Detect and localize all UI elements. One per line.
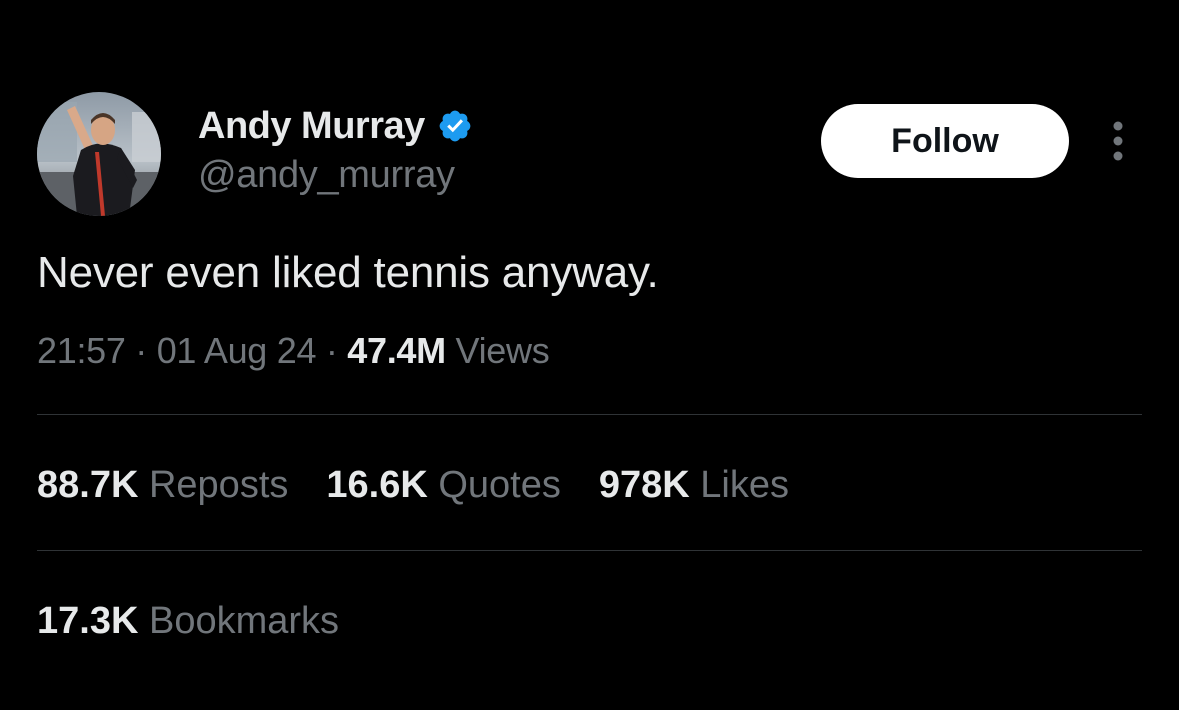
tweet-meta: 21:57 · 01 Aug 24 · 47.4M Views	[37, 330, 550, 372]
tweet-date[interactable]: 01 Aug 24	[157, 330, 317, 371]
reposts-label: Reposts	[148, 464, 289, 506]
author-handle[interactable]: @andy_murray	[198, 154, 455, 197]
quotes-stat[interactable]: 16.6K Quotes	[326, 464, 561, 507]
author-display-name[interactable]: Andy Murray	[198, 105, 425, 148]
follow-button[interactable]: Follow	[821, 104, 1069, 178]
author-name-row: Andy Murray	[198, 104, 473, 148]
avatar-photo-icon	[37, 92, 161, 216]
tweet-detail: Andy Murray @andy_murray Follow Never ev…	[0, 0, 1179, 710]
bookmarks-count: 17.3K	[37, 600, 139, 642]
tweet-text: Never even liked tennis anyway.	[37, 248, 659, 297]
more-vertical-icon[interactable]	[1104, 118, 1132, 164]
divider	[37, 414, 1142, 415]
quotes-count: 16.6K	[326, 464, 428, 506]
views-label: Views	[455, 330, 550, 371]
bookmarks-stat[interactable]: 17.3K Bookmarks	[37, 600, 339, 643]
views-count: 47.4M	[347, 330, 446, 371]
likes-label: Likes	[700, 464, 789, 506]
meta-separator: ·	[325, 330, 338, 371]
meta-separator: ·	[135, 330, 147, 371]
engagement-stats: 88.7K Reposts 16.6K Quotes 978K Likes	[37, 464, 789, 507]
quotes-label: Quotes	[438, 464, 561, 506]
bookmarks-label: Bookmarks	[148, 600, 340, 642]
divider	[37, 550, 1142, 551]
likes-stat[interactable]: 978K Likes	[599, 464, 789, 507]
tweet-time[interactable]: 21:57	[37, 330, 126, 371]
avatar[interactable]	[37, 92, 161, 216]
likes-count: 978K	[598, 464, 690, 506]
verified-badge-icon	[439, 110, 471, 142]
reposts-stat[interactable]: 88.7K Reposts	[37, 464, 288, 507]
reposts-count: 88.7K	[37, 464, 139, 506]
